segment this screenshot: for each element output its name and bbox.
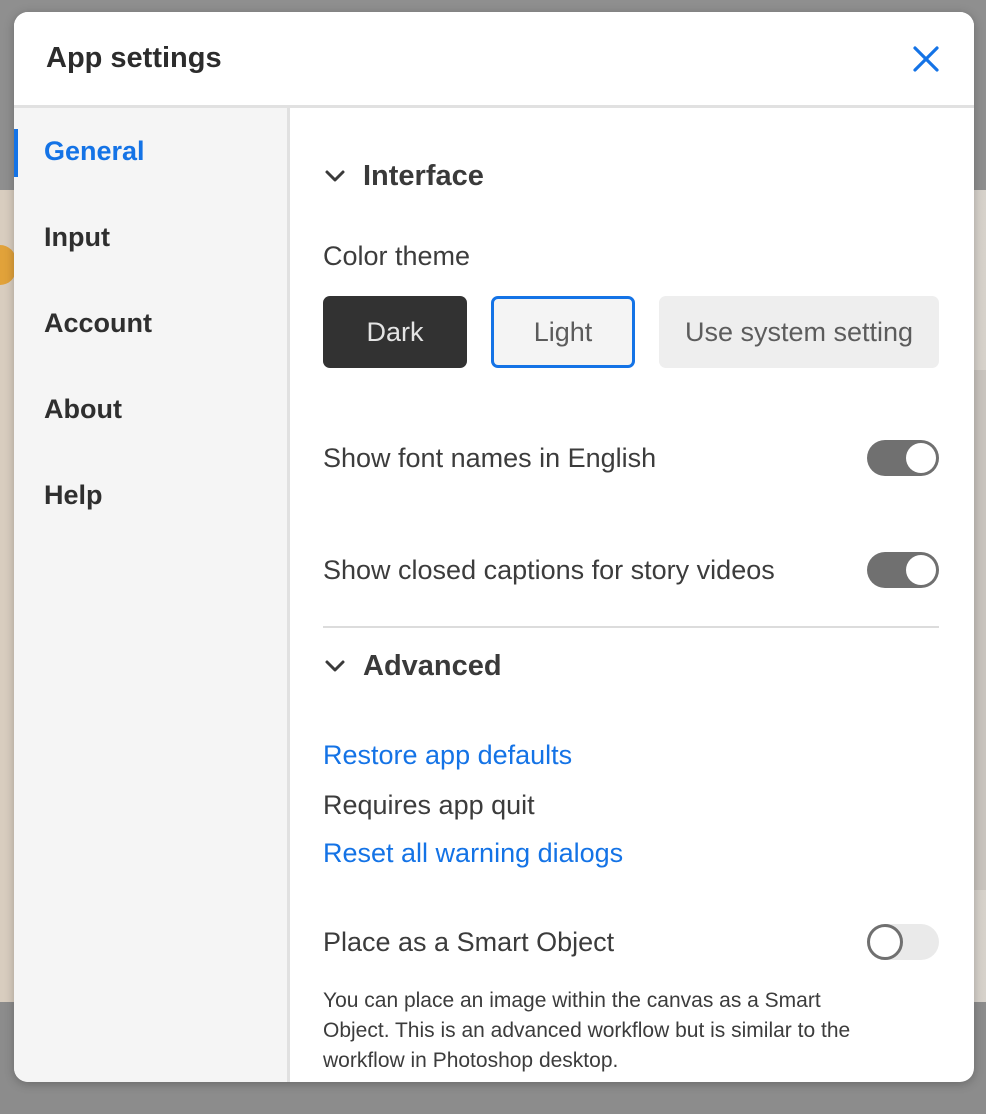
toggle-knob bbox=[867, 924, 903, 960]
settings-content: Interface Color theme Dark Light Use sys… bbox=[290, 108, 974, 1082]
settings-sidebar: General Input Account About Help bbox=[14, 108, 290, 1082]
restore-note: Requires app quit bbox=[323, 790, 535, 820]
close-button[interactable] bbox=[908, 41, 944, 77]
dialog-header: App settings bbox=[14, 12, 974, 108]
captions-toggle[interactable] bbox=[867, 552, 939, 588]
section-divider bbox=[323, 626, 939, 628]
color-theme-label: Color theme bbox=[323, 241, 471, 271]
advanced-section-header[interactable]: Advanced bbox=[323, 646, 502, 686]
smart-object-description: You can place an image within the canvas… bbox=[323, 989, 851, 1072]
sidebar-item-account[interactable]: Account bbox=[14, 280, 287, 366]
toggle-knob bbox=[906, 443, 936, 473]
font-names-toggle[interactable] bbox=[867, 440, 939, 476]
toggle-knob bbox=[906, 555, 936, 585]
smart-object-toggle[interactable] bbox=[867, 924, 939, 960]
font-names-label: Show font names in English bbox=[323, 442, 657, 473]
reset-warnings-link[interactable]: Reset all warning dialogs bbox=[323, 838, 623, 869]
sidebar-item-help[interactable]: Help bbox=[14, 452, 287, 538]
smart-object-label: Place as a Smart Object bbox=[323, 926, 615, 957]
interface-heading: Interface bbox=[363, 159, 484, 192]
theme-dark-button[interactable]: Dark bbox=[323, 296, 467, 368]
restore-defaults-link[interactable]: Restore app defaults bbox=[323, 740, 572, 771]
font-names-setting: Show font names in English bbox=[323, 440, 939, 476]
canvas-panel-edge bbox=[972, 370, 986, 890]
advanced-heading: Advanced bbox=[363, 649, 502, 682]
close-icon bbox=[913, 45, 939, 72]
captions-label: Show closed captions for story videos bbox=[323, 554, 775, 585]
chevron-down-icon bbox=[325, 660, 345, 672]
captions-setting: Show closed captions for story videos bbox=[323, 552, 939, 588]
sidebar-item-about[interactable]: About bbox=[14, 366, 287, 452]
smart-object-setting: Place as a Smart Object bbox=[323, 924, 939, 960]
theme-light-button[interactable]: Light bbox=[491, 296, 635, 368]
app-settings-dialog: App settings General Input Account About… bbox=[14, 12, 974, 1082]
dialog-title: App settings bbox=[46, 42, 222, 74]
theme-system-button[interactable]: Use system setting bbox=[659, 296, 939, 368]
sidebar-item-input[interactable]: Input bbox=[14, 194, 287, 280]
sidebar-item-general[interactable]: General bbox=[14, 108, 287, 194]
chevron-down-icon bbox=[325, 170, 345, 182]
dialog-body: General Input Account About Help Interfa… bbox=[14, 108, 974, 1082]
interface-section-header[interactable]: Interface bbox=[323, 156, 484, 196]
